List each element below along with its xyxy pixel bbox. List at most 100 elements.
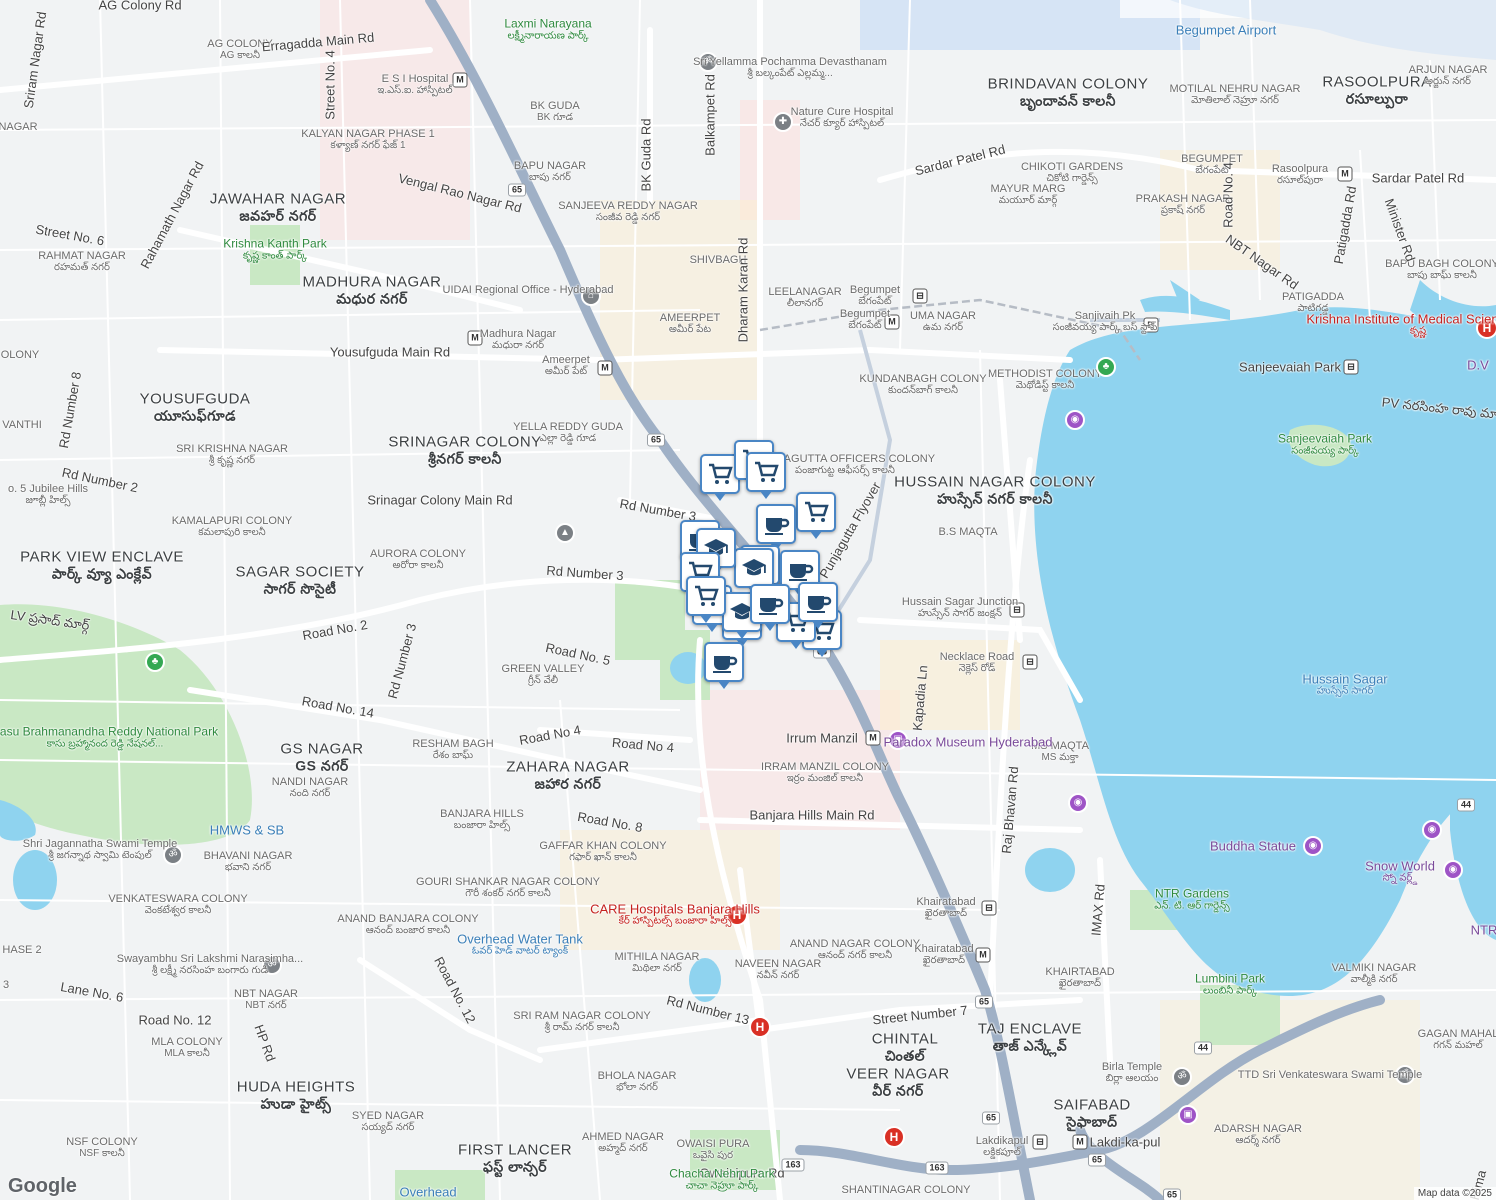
station-hussain-sagar-junction[interactable]: Hussain Sagar Junction హుస్సేన్ సాగర్ జంక… bbox=[902, 596, 1018, 620]
edge-label: o. 5 Jubilee Hills జూబ్లీ హిల్స్ bbox=[7, 483, 89, 506]
poi-care-hospitals[interactable]: CARE Hospitals Banjara Hills కేర్ హాస్పిట… bbox=[590, 903, 760, 928]
place-b-s-maqta: B.S MAQTA bbox=[938, 526, 998, 538]
poi-krishna-kanth-park[interactable]: Krishna Kanth Park కృష్ణ కాంత్ పార్క్ bbox=[223, 237, 326, 263]
museum-icon[interactable]: ▣ bbox=[1178, 1105, 1198, 1125]
poi-overhead-water-tank[interactable]: Overhead Water Tank ఓవర్ హెడ్ వాటర్ ట్యాం… bbox=[457, 933, 583, 958]
place-leelanagar: LEELANAGAR లీలానగర్ bbox=[768, 286, 842, 309]
attraction-icon[interactable]: ◉ bbox=[1065, 410, 1085, 430]
station-sanjivaih-pk[interactable]: Sanjivaih Pk సంజీవయ్య పార్క్ బస్ స్టాప్ bbox=[1053, 310, 1158, 334]
highway-shield: 65 bbox=[1087, 1153, 1107, 1167]
attraction-icon[interactable]: ◉ bbox=[1422, 820, 1442, 840]
area-huda-heights: HUDA HEIGHTS హుడా హైట్స్ bbox=[236, 1078, 356, 1112]
place-bapu-nagar: BAPU NAGAR బాపు నగర్ bbox=[513, 160, 587, 183]
business-marker[interactable] bbox=[734, 548, 774, 595]
rail-station-icon[interactable]: ⊟ bbox=[981, 900, 997, 916]
place-kalyan-nagar: KALYAN NAGAR PHASE 1 కళ్యాణ్ నగర్ ఫేజ్ 1 bbox=[301, 128, 435, 151]
area-veer-nagar: VEER NAGAR వీర్ నగర్ bbox=[846, 1065, 950, 1099]
place-kundanbagh-colony: KUNDANBAGH COLONY కుందన్‌బాగ్ కాలనీ bbox=[859, 373, 987, 396]
station-ameerpet[interactable]: Ameerpet అమీర్ పేట్ bbox=[542, 354, 590, 378]
poi-ntr-gardens[interactable]: NTR Gardens ఎన్. టి. ఆర్ గార్డెన్స్ bbox=[1154, 887, 1229, 913]
business-marker[interactable] bbox=[746, 452, 786, 499]
rail-station-icon[interactable]: ⊟ bbox=[1343, 359, 1359, 375]
hospital-icon[interactable]: H bbox=[749, 1016, 771, 1038]
place-valmiki-nagar: VALMIKI NAGAR వాల్మీకి నగర్ bbox=[1331, 962, 1417, 985]
poi-hmws[interactable]: HMWS & SB bbox=[210, 824, 284, 837]
station-madhura-nagar[interactable]: Madhura Nagar మధురా నగర్ bbox=[480, 328, 556, 352]
poi-ntr-label[interactable]: NTR bbox=[1471, 924, 1496, 937]
poi-birla-temple[interactable]: Birla Temple బిర్లా ఆలయం bbox=[1102, 1061, 1162, 1085]
business-marker[interactable] bbox=[704, 642, 744, 689]
poi-lumbini-park[interactable]: Lumbini Park లుంబినీ పార్క్ bbox=[1195, 972, 1265, 998]
station-khairatabad-rail[interactable]: Khairatabad ఖైరతాబాద్ bbox=[916, 896, 975, 920]
highway-shield: 163 bbox=[925, 1161, 949, 1175]
area-yousufguda: YOUSUFGUDA యూసుఫ్‌గూడ bbox=[139, 390, 251, 424]
place-kamalapuri-colony: KAMALAPURI COLONY కమలాపురి కాలనీ bbox=[171, 515, 293, 538]
business-marker[interactable] bbox=[798, 582, 838, 629]
metro-station-icon[interactable]: M bbox=[1072, 1134, 1088, 1150]
area-hussain-nagar-colony: HUSSAIN NAGAR COLONY హుస్సేన్ నగర్ కాలనీ bbox=[894, 473, 1096, 507]
place-bhavani-nagar: BHAVANI NAGAR భవాని నగర్ bbox=[203, 850, 293, 873]
metro-station-icon[interactable]: M bbox=[597, 360, 613, 376]
area-jawahar-nagar: JAWAHAR NAGAR జవహర్ నగర్ bbox=[209, 190, 347, 224]
poi-overhead[interactable]: Overhead bbox=[399, 1186, 456, 1199]
map-canvas[interactable]: JAWAHAR NAGAR జవహర్ నగర్ MADHURA NAGAR మధు… bbox=[0, 0, 1496, 1200]
google-logo: Google bbox=[8, 1175, 77, 1197]
temple-icon[interactable]: ॐ bbox=[1172, 1067, 1192, 1087]
place-nsf-colony: NSF COLONY NSF కాలనీ bbox=[66, 1136, 138, 1159]
station-esi-hospital[interactable]: E S I Hospital ఇ.ఎస్.ఐ. హాస్పిటల్ bbox=[377, 73, 452, 97]
park-icon[interactable]: ♣ bbox=[1096, 357, 1116, 377]
place-gouri-shankar-nagar: GOURI SHANKAR NAGAR COLONY గౌరీ శంకర్ నగర… bbox=[416, 876, 600, 899]
station-lakdi-ka-pul[interactable]: Lakdi-ka-pul bbox=[1090, 1136, 1161, 1149]
school-icon[interactable]: ▲ bbox=[555, 523, 575, 543]
rail-station-icon[interactable]: ⊟ bbox=[1022, 654, 1038, 670]
hospital-icon[interactable]: H bbox=[883, 1126, 905, 1148]
place-prakash-nagar: PRAKASH NAGAR ప్రకాష్ నగర్ bbox=[1135, 193, 1231, 216]
business-marker[interactable] bbox=[756, 504, 796, 551]
poi-snow-world[interactable]: Snow World స్నో వర్ల్డ్ bbox=[1365, 860, 1435, 885]
poi-uidai[interactable]: UIDAI Regional Office - Hyderabad bbox=[443, 284, 614, 296]
business-marker[interactable] bbox=[686, 576, 726, 623]
station-rasoolpura[interactable]: Rasoolpura రసూల్‌పురా bbox=[1272, 163, 1328, 187]
rail-station-icon[interactable]: ⊟ bbox=[912, 288, 928, 304]
rail-station-icon[interactable]: ⊟ bbox=[1032, 1134, 1048, 1150]
area-chintal: CHINTAL చింతల్ bbox=[871, 1030, 939, 1064]
business-marker[interactable] bbox=[796, 492, 836, 539]
poi-yellamma-temple[interactable]: Sri Yellamma Pochamma Devasthanam శ్రీ బల… bbox=[693, 56, 887, 80]
business-marker[interactable] bbox=[750, 584, 790, 631]
poi-paradox-museum[interactable]: Paradox Museum Hyderabad bbox=[883, 736, 1052, 749]
park-icon[interactable]: ♣ bbox=[145, 652, 165, 672]
station-irrum-manzil[interactable]: Irrum Manzil bbox=[786, 732, 858, 745]
place-yella-reddy-guda: YELLA REDDY GUDA ఎల్లా రెడ్డి గూడ bbox=[513, 421, 623, 444]
highway-shield: 65 bbox=[981, 1111, 1001, 1125]
poi-lakshmi-narasimha[interactable]: Swayambhu Sri Lakshmi Narasimha... శ్రీ ల… bbox=[117, 953, 303, 977]
poi-laxmi-narayana[interactable]: Laxmi Narayana లక్ష్మీనారాయణ పార్క్ bbox=[504, 17, 591, 43]
poi-begumpet-airport[interactable]: Begumpet Airport bbox=[1176, 24, 1276, 37]
attraction-icon[interactable]: ◉ bbox=[1303, 836, 1323, 856]
attraction-icon[interactable]: ◉ bbox=[1068, 793, 1088, 813]
station-khairatabad-metro[interactable]: Khairatabad ఖైరతాబాద్ bbox=[914, 943, 973, 967]
station-lakdikapul-rail[interactable]: Lakdikapul లక్డికపూల్ bbox=[976, 1135, 1029, 1159]
road-road-no-12b: Road No. 12 bbox=[138, 1012, 212, 1028]
station-begumpet-metro[interactable]: Begumpet బేగంపేట్ bbox=[840, 308, 890, 332]
poi-d-v[interactable]: D.V bbox=[1467, 359, 1489, 372]
poi-nature-cure[interactable]: Nature Cure Hospital నేచర్ క్యూర్ హాస్పిట… bbox=[791, 106, 894, 130]
poi-chacha-nehru-park[interactable]: Chacha Nehru Park చాచా నెహ్రూ పార్క్ bbox=[669, 1167, 774, 1193]
station-necklace-road[interactable]: Necklace Road నెక్లెస్ రోడ్ bbox=[940, 651, 1015, 675]
station-begumpet-rail[interactable]: Begumpet బేగంపేట్ bbox=[850, 284, 900, 308]
station-sanjeevaiah-park[interactable]: Sanjeevaiah Park bbox=[1239, 361, 1341, 374]
map-attribution[interactable]: Map data ©2025 bbox=[1413, 1187, 1496, 1200]
poi-kims[interactable]: Krishna Institute of Medical Sciences...… bbox=[1306, 313, 1496, 338]
poi-buddha-statue[interactable]: Buddha Statue bbox=[1210, 840, 1296, 853]
poi-ttd-temple[interactable]: TTD Sri Venkateswara Swami Temple bbox=[1238, 1069, 1422, 1081]
road-street-no-4: Street No. 4 bbox=[322, 50, 338, 120]
metro-station-icon[interactable]: M bbox=[1337, 166, 1353, 182]
attraction-icon[interactable]: ◉ bbox=[1443, 860, 1463, 880]
poi-kasu-park[interactable]: Kasu Brahmanandha Reddy National Park కాస… bbox=[0, 725, 218, 751]
poi-sanjeevaiah-park[interactable]: Sanjeevaiah Park సంజీవయ్య పార్క్ bbox=[1278, 432, 1372, 458]
poi-jagannatha-temple[interactable]: Shri Jagannatha Swami Temple శ్రీ జగన్నాథ… bbox=[23, 838, 178, 862]
metro-station-icon[interactable]: M bbox=[452, 72, 468, 88]
metro-station-icon[interactable]: M bbox=[865, 730, 881, 746]
place-methodist-colony: METHODIST COLONY మెథోడిస్ట్ కాలనీ bbox=[987, 368, 1103, 391]
area-zahara-nagar: ZAHARA NAGAR జహార నగర్ bbox=[506, 758, 630, 792]
metro-station-icon[interactable]: M bbox=[975, 947, 991, 963]
